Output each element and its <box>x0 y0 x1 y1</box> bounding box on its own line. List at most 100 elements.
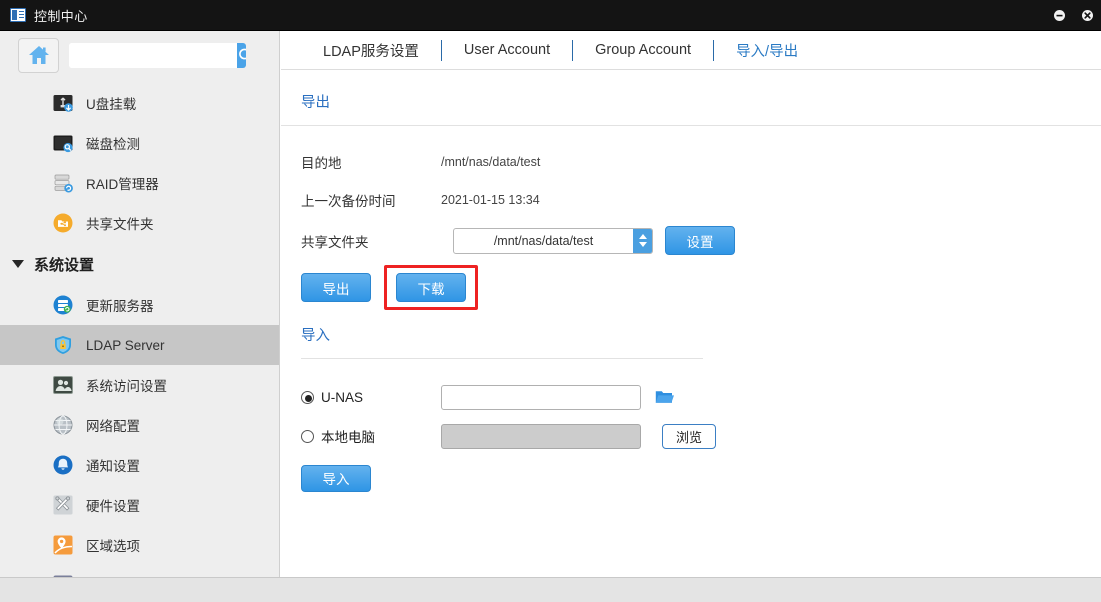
control-center-window: 控制中心 <box>0 0 1101 602</box>
sidebar-item-raid-manager[interactable]: RAID管理器 <box>0 163 279 203</box>
radio-local-computer[interactable]: 本地电脑 <box>301 426 441 446</box>
sidebar-item-shared-folder[interactable]: 共享文件夹 <box>0 203 279 243</box>
control-center-icon <box>10 8 26 22</box>
update-server-icon <box>52 294 74 316</box>
sidebar-group-label: 系统设置 <box>34 254 94 275</box>
import-form: U-NAS 本地电脑 浏览 导入 <box>281 383 1101 492</box>
chevron-down-icon <box>12 260 24 268</box>
sidebar-item-label: 网络配置 <box>86 415 140 435</box>
export-form: 目的地 /mnt/nas/data/test 上一次备份时间 2021-01-1… <box>281 148 1101 310</box>
usb-mount-icon <box>52 92 74 114</box>
sidebar-item-hardware[interactable]: 硬件设置 <box>0 485 279 525</box>
import-actions-row: 导入 <box>301 464 1101 492</box>
export-section-title: 导出 <box>281 70 1101 125</box>
sidebar-group-system-settings[interactable]: 系统设置 <box>0 243 279 285</box>
import-button[interactable]: 导入 <box>301 465 371 492</box>
tab-group-account[interactable]: Group Account <box>573 42 713 58</box>
import-divider <box>301 358 703 359</box>
sidebar-item-label: 共享文件夹 <box>86 213 154 233</box>
sidebar-item-label: 系统访问设置 <box>86 375 167 395</box>
sidebar-item-update-server[interactable]: 更新服务器 <box>0 285 279 325</box>
sidebar-item-label: LDAP Server <box>86 338 165 353</box>
browse-button[interactable]: 浏览 <box>662 424 716 449</box>
sidebar-item-label: RAID管理器 <box>86 173 159 193</box>
home-icon <box>28 45 50 65</box>
sidebar-item-network-config[interactable]: 网络配置 <box>0 405 279 445</box>
search-input[interactable] <box>69 43 237 68</box>
search-button[interactable] <box>237 43 246 68</box>
destination-row: 目的地 /mnt/nas/data/test <box>301 148 1101 176</box>
destination-label: 目的地 <box>301 152 441 172</box>
sidebar-item-system-access[interactable]: 系统访问设置 <box>0 365 279 405</box>
sidebar-item-ldap-server[interactable]: LDAP Server <box>0 325 279 365</box>
sidebar-item-label: 通知设置 <box>86 455 140 475</box>
notification-bell-icon <box>52 454 74 476</box>
settings-button[interactable]: 设置 <box>665 226 735 255</box>
download-button[interactable]: 下载 <box>396 273 466 302</box>
radio-unas[interactable]: U-NAS <box>301 390 441 405</box>
shared-folder-spinner[interactable] <box>633 229 652 253</box>
shared-folder-select[interactable]: /mnt/nas/data/test <box>453 228 653 254</box>
folder-open-icon <box>655 389 674 405</box>
window-title: 控制中心 <box>34 6 88 25</box>
home-button[interactable] <box>18 38 59 73</box>
main-content: LDAP服务设置 User Account Group Account 导入/导… <box>281 31 1101 577</box>
local-path-input <box>441 424 641 449</box>
tab-bar: LDAP服务设置 User Account Group Account 导入/导… <box>281 31 1101 70</box>
spinner-down-icon <box>639 242 647 247</box>
radio-local-label: 本地电脑 <box>321 426 375 446</box>
shared-folder-icon <box>52 212 74 234</box>
sidebar-item-notification[interactable]: 通知设置 <box>0 445 279 485</box>
raid-manager-icon <box>52 172 74 194</box>
ldap-shield-icon <box>52 334 74 356</box>
import-section-title: 导入 <box>281 310 1101 358</box>
shared-folder-label: 共享文件夹 <box>301 231 441 251</box>
spinner-up-icon <box>639 234 647 239</box>
sidebar-nav: U盘挂载 磁盘检测 <box>0 79 279 577</box>
last-backup-value: 2021-01-15 13:34 <box>441 193 540 207</box>
last-backup-row: 上一次备份时间 2021-01-15 13:34 <box>301 186 1101 214</box>
status-bar <box>0 577 1101 602</box>
tab-import-export[interactable]: 导入/导出 <box>714 40 820 61</box>
search-box <box>69 43 246 68</box>
shared-folder-select-value: /mnt/nas/data/test <box>454 229 633 253</box>
system-access-icon <box>52 374 74 396</box>
radio-local-indicator <box>301 430 314 443</box>
export-divider <box>281 125 1101 126</box>
close-icon <box>1082 10 1093 21</box>
tab-user-account[interactable]: User Account <box>442 42 572 58</box>
sidebar-item-disk-check[interactable]: 磁盘检测 <box>0 123 279 163</box>
sidebar: U盘挂载 磁盘检测 <box>0 31 280 577</box>
window-controls <box>1051 0 1095 31</box>
shared-folder-row: 共享文件夹 /mnt/nas/data/test 设置 <box>301 226 1101 255</box>
close-button[interactable] <box>1079 8 1095 24</box>
region-pin-icon <box>52 534 74 556</box>
sidebar-item-label: 区域选项 <box>86 535 140 555</box>
disk-check-icon <box>52 132 74 154</box>
sidebar-item-usb-mount[interactable]: U盘挂载 <box>0 83 279 123</box>
browse-folder-button[interactable] <box>655 389 674 405</box>
search-icon <box>237 47 246 64</box>
tab-ldap-service-settings[interactable]: LDAP服务设置 <box>301 40 441 61</box>
sidebar-toolbar <box>0 31 279 79</box>
sidebar-item-label: 硬件设置 <box>86 495 140 515</box>
sidebar-item-label: U盘挂载 <box>86 93 136 113</box>
destination-value: /mnt/nas/data/test <box>441 155 540 169</box>
network-config-icon <box>52 414 74 436</box>
export-actions-row: 导出 下载 <box>301 265 1101 310</box>
minimize-icon <box>1054 10 1065 21</box>
radio-unas-label: U-NAS <box>321 390 363 405</box>
last-backup-label: 上一次备份时间 <box>301 190 441 210</box>
minimize-button[interactable] <box>1051 8 1067 24</box>
radio-unas-indicator <box>301 391 314 404</box>
download-highlight-box: 下载 <box>384 265 478 310</box>
sidebar-item-partial[interactable] <box>0 565 279 577</box>
export-button[interactable]: 导出 <box>301 273 371 302</box>
unas-row: U-NAS <box>301 383 1101 411</box>
hardware-tools-icon <box>52 494 74 516</box>
title-bar: 控制中心 <box>0 0 1101 31</box>
local-row: 本地电脑 浏览 <box>301 422 1101 450</box>
unas-path-input[interactable] <box>441 385 641 410</box>
sidebar-item-region[interactable]: 区域选项 <box>0 525 279 565</box>
sidebar-item-label: 更新服务器 <box>86 295 154 315</box>
